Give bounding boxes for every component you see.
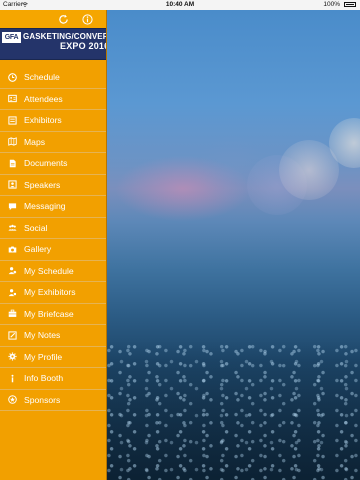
notes-icon [8, 331, 17, 340]
menu-item-my-briefcase[interactable]: My Briefcase [0, 304, 106, 325]
sponsors-icon [8, 395, 17, 405]
info-booth-icon [8, 374, 17, 383]
menu-item-info-booth[interactable]: Info Booth [0, 368, 106, 390]
menu-item-label: My Profile [24, 351, 63, 362]
menu-item-documents[interactable]: Documents [0, 153, 106, 175]
status-time: 10:40 AM [165, 1, 195, 8]
banner-subtitle: EXPO 2016 [60, 41, 106, 51]
menu-item-label: Speakers [24, 179, 61, 190]
menu-item-messaging[interactable]: Messaging [0, 196, 106, 218]
menu-item-schedule[interactable]: Schedule [0, 67, 106, 89]
menu-item-label: Info Booth [24, 373, 64, 384]
menu-item-exhibitors[interactable]: Exhibitors [0, 110, 106, 132]
menu-item-my-profile[interactable]: My Profile [0, 347, 106, 368]
gravel-ground [107, 340, 360, 480]
menu-item-label: My Schedule [24, 265, 74, 276]
battery-percent: 100% [323, 1, 340, 8]
banner-title: GASKETING/CONVERTING [23, 32, 106, 41]
sidebar-menu: GFA GASKETING/CONVERTING EXPO 2016 Sched… [0, 10, 107, 480]
document-icon [8, 159, 17, 168]
menu-item-my-schedule[interactable]: My Schedule [0, 261, 106, 282]
menu-item-sponsors[interactable]: Sponsors [0, 390, 106, 411]
menu-item-social[interactable]: Social [0, 218, 106, 239]
exhibitors-icon [8, 116, 17, 125]
menu-item-label: Social [24, 222, 48, 233]
gear-icon [8, 352, 17, 361]
menu-item-label: My Notes [24, 330, 61, 341]
battery-icon [344, 2, 356, 7]
message-icon [8, 202, 17, 211]
social-icon [8, 223, 17, 232]
menu-item-attendees[interactable]: Attendees [0, 89, 106, 110]
menu-item-label: Schedule [24, 72, 60, 83]
event-banner: GFA GASKETING/CONVERTING EXPO 2016 [0, 28, 106, 60]
menu-item-label: Sponsors [24, 394, 61, 405]
menu-list: Schedule Attendees Exhibitors Maps Docum… [0, 67, 106, 411]
sidebar-header [0, 10, 106, 28]
speaker-icon [8, 180, 17, 189]
menu-item-label: Exhibitors [24, 115, 62, 126]
camera-icon [8, 245, 17, 254]
menu-item-speakers[interactable]: Speakers [0, 175, 106, 196]
menu-item-label: Maps [24, 136, 46, 147]
menu-item-label: Gallery [24, 244, 52, 255]
menu-item-label: My Exhibitors [24, 287, 76, 298]
menu-item-my-exhibitors[interactable]: My Exhibitors [0, 282, 106, 304]
clock-icon [8, 72, 17, 82]
menu-item-label: My Briefcase [24, 308, 74, 319]
info-icon[interactable] [82, 14, 93, 25]
status-bar: Carrier 10:40 AM 100% [0, 0, 360, 10]
menu-item-label: Documents [24, 158, 68, 169]
attendees-icon [8, 94, 17, 103]
briefcase-icon [8, 309, 17, 318]
background-photo [107, 10, 360, 480]
menu-item-label: Messaging [24, 201, 66, 212]
menu-item-gallery[interactable]: Gallery [0, 239, 106, 261]
user-exhibitors-icon [8, 288, 17, 297]
refresh-icon[interactable] [58, 14, 69, 25]
menu-item-my-notes[interactable]: My Notes [0, 325, 106, 347]
user-clock-icon [8, 266, 17, 275]
gfa-logo: GFA [2, 32, 21, 56]
menu-item-label: Attendees [24, 93, 63, 104]
menu-item-maps[interactable]: Maps [0, 132, 106, 153]
map-icon [8, 137, 17, 146]
